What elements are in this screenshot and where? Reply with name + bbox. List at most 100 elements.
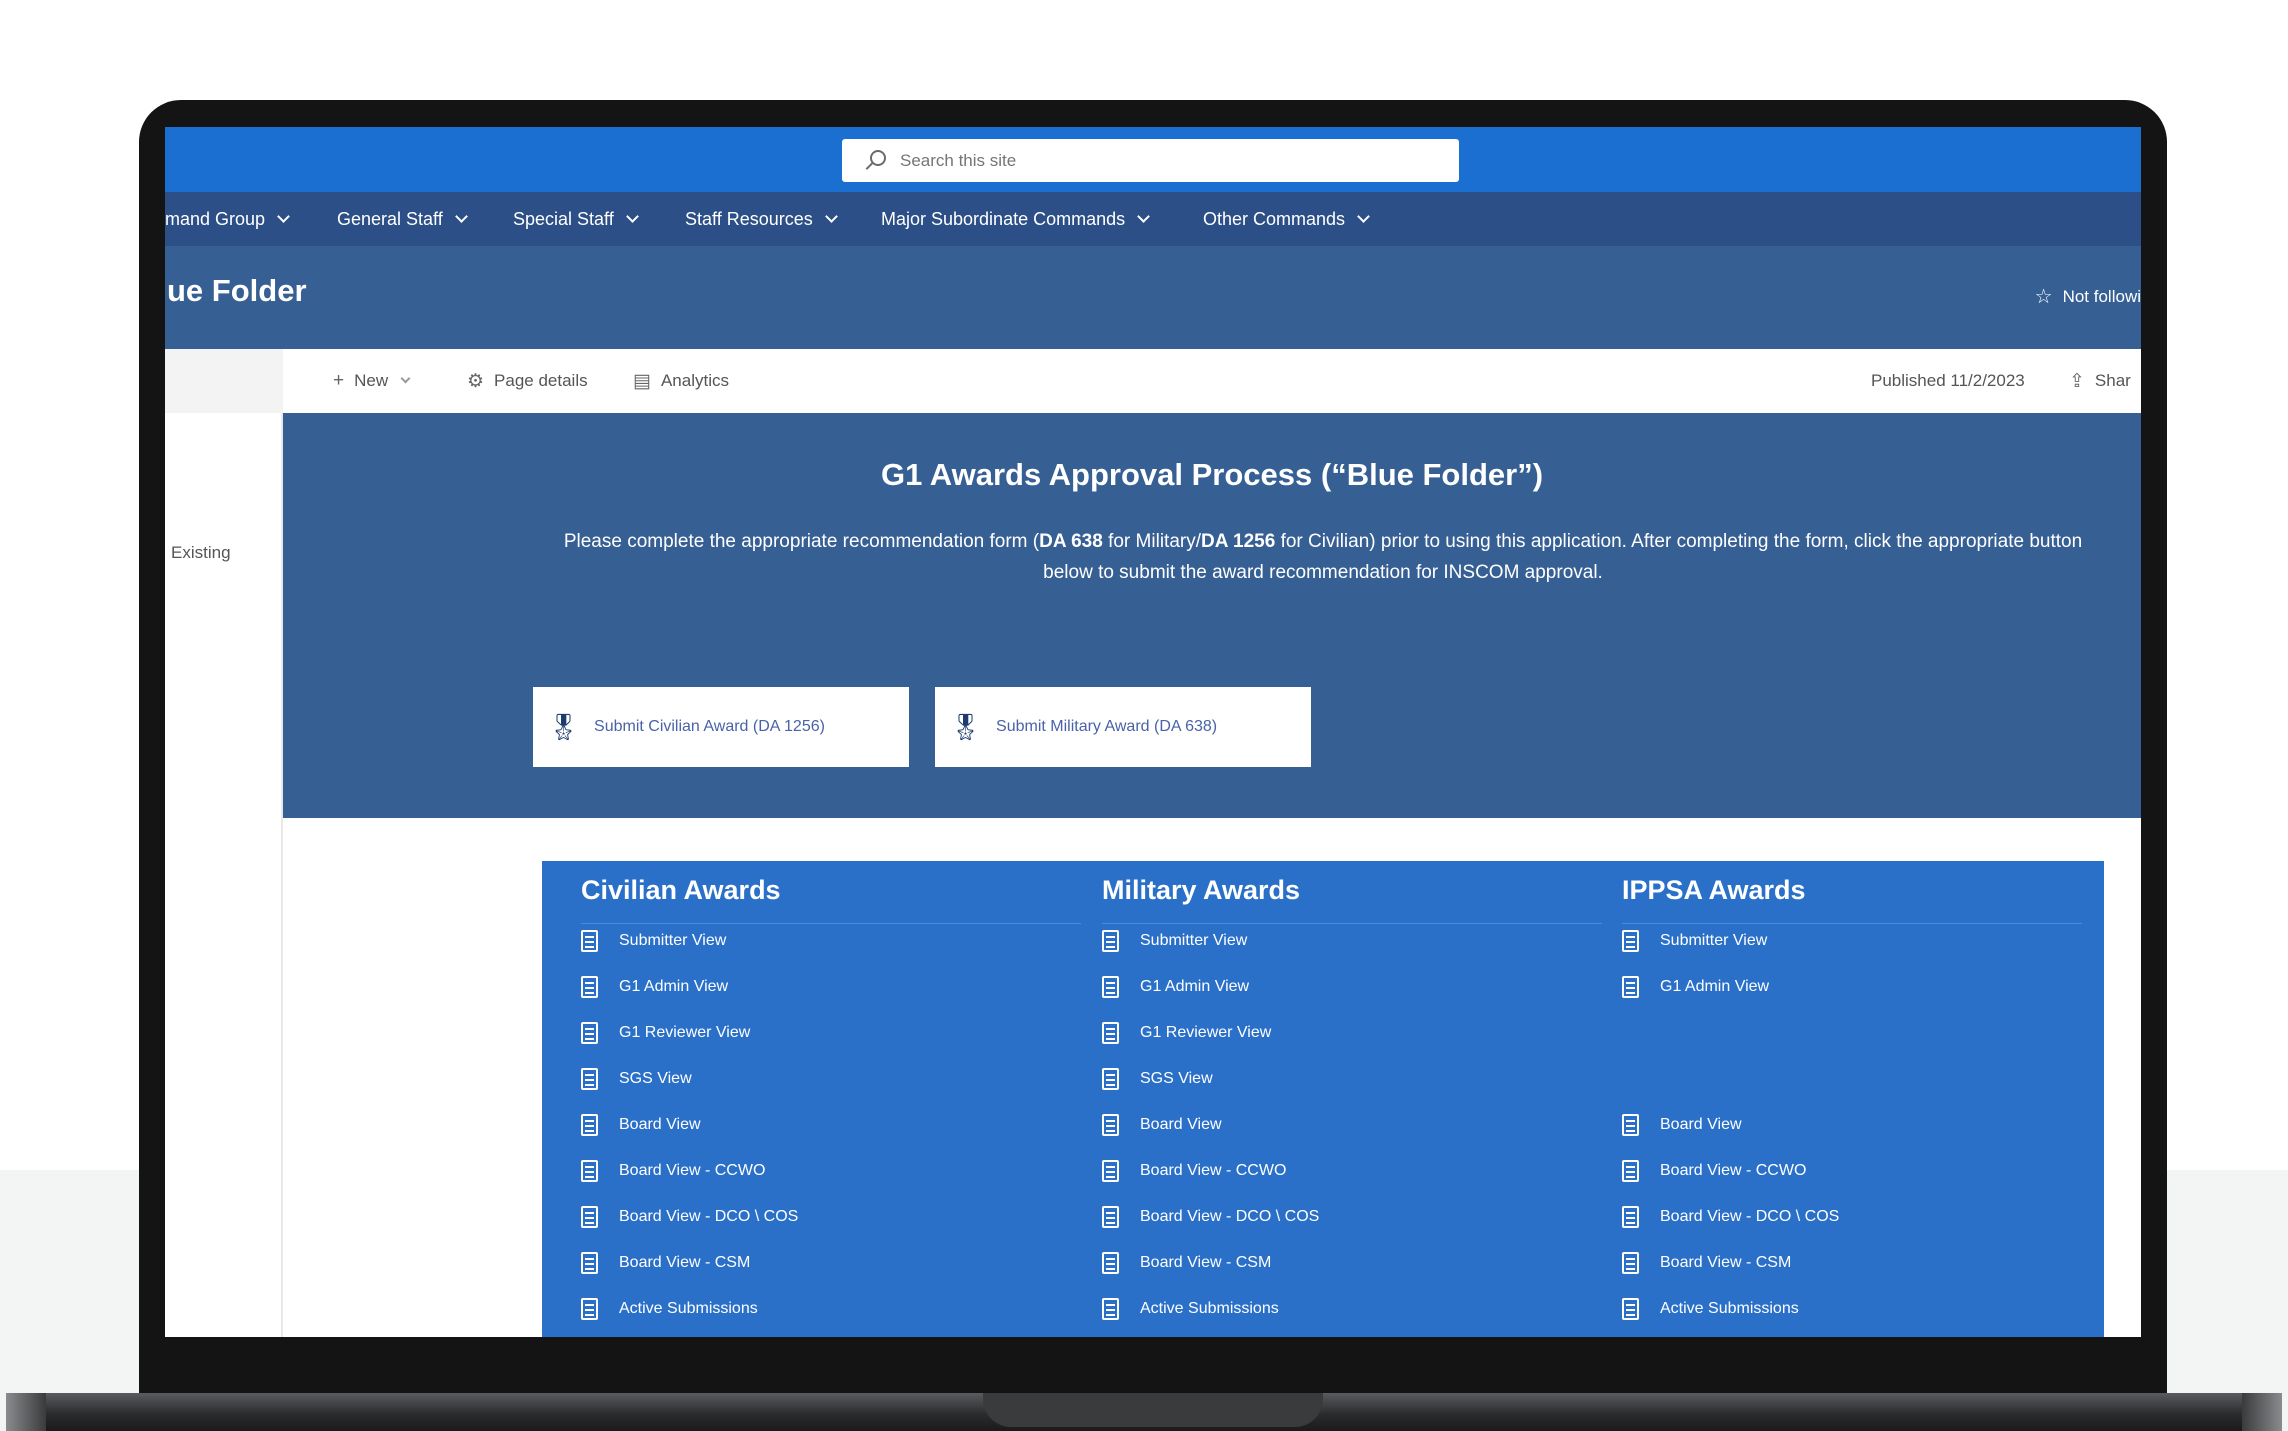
page-details-label: Page details (494, 371, 588, 390)
hero-section: G1 Awards Approval Process (“Blue Folder… (283, 413, 2141, 818)
divider (1622, 923, 2082, 924)
left-navigation-header (165, 349, 283, 413)
list-item[interactable]: Active Submissions (1102, 1294, 1279, 1324)
document-icon (1102, 1252, 1119, 1274)
list-item[interactable]: Submitter View (1102, 926, 1247, 956)
search-box[interactable] (842, 139, 1459, 182)
document-icon (581, 1160, 598, 1182)
nav-item-command-group[interactable]: mand Group (165, 192, 290, 246)
list-item[interactable]: Board View - CCWO (1622, 1156, 1806, 1186)
site-title: ue Folder (167, 273, 307, 308)
nav-item-special-staff[interactable]: Special Staff (513, 192, 639, 246)
list-item[interactable]: Board View - DCO \ COS (581, 1202, 798, 1232)
hub-nav-bar: mand Group General Staff Special Staff S… (165, 192, 2141, 246)
list-item[interactable]: Board View - CSM (1622, 1248, 1791, 1278)
hero-description: Please complete the appropriate recommen… (553, 526, 2093, 588)
document-icon (1622, 1160, 1639, 1182)
list-item[interactable]: Submitter View (581, 926, 726, 956)
laptop-notch (983, 1393, 1323, 1427)
analytics-button[interactable]: ▤ Analytics (633, 349, 729, 413)
list-item-label: Submitter View (1140, 932, 1248, 949)
list-item[interactable]: SGS View (581, 1064, 692, 1094)
document-icon (581, 1298, 598, 1320)
list-item-label: SGS View (619, 1070, 692, 1087)
list-item[interactable]: Board View (581, 1110, 701, 1140)
submit-civilian-award-label: Submit Civilian Award (DA 1256) (594, 718, 825, 735)
chevron-down-icon (824, 210, 838, 223)
nav-item-major-subordinate-commands[interactable]: Major Subordinate Commands (881, 192, 1150, 246)
list-item[interactable]: Board View - CSM (1102, 1248, 1271, 1278)
list-item[interactable]: G1 Admin View (1622, 972, 1769, 1002)
page-details-button[interactable]: ⚙ Page details (467, 349, 588, 413)
list-item-label: Active Submissions (1140, 1300, 1279, 1317)
list-item-label: Active Submissions (1660, 1300, 1799, 1317)
nav-item-label: Special Staff (513, 208, 614, 229)
list-item-label: Board View (1140, 1116, 1222, 1133)
analytics-label: Analytics (660, 371, 729, 390)
list-item[interactable]: G1 Admin View (581, 972, 728, 1002)
suite-bar (165, 127, 2141, 192)
chevron-down-icon (277, 210, 290, 223)
new-button[interactable]: + New (333, 349, 411, 413)
list-item-label: SGS View (1140, 1070, 1213, 1087)
submit-civilian-award-button[interactable]: 🎖 Submit Civilian Award (DA 1256) (533, 687, 909, 767)
document-icon (581, 976, 598, 998)
list-item[interactable]: Board View - CSM (581, 1248, 750, 1278)
list-item[interactable]: Active Submissions (581, 1294, 758, 1324)
list-item-label: Board View - CCWO (1140, 1162, 1287, 1179)
medal-icon: 🎖 (547, 711, 581, 742)
nav-item-other-commands[interactable]: Other Commands (1203, 192, 1370, 246)
list-item[interactable]: G1 Reviewer View (581, 1018, 750, 1048)
chevron-down-icon (625, 210, 639, 223)
nav-item-general-staff[interactable]: General Staff (337, 192, 468, 246)
left-nav-item-existing[interactable]: Existing (171, 543, 231, 563)
search-icon (864, 149, 886, 172)
list-item-label: Active Submissions (619, 1300, 758, 1317)
list-item[interactable]: Submitter View (1622, 926, 1767, 956)
list-item[interactable]: Board View (1102, 1110, 1222, 1140)
list-item[interactable]: Board View - DCO \ COS (1622, 1202, 1839, 1232)
document-icon (1102, 930, 1119, 952)
nav-item-label: mand Group (165, 208, 266, 229)
list-item-label: Board View - CCWO (1660, 1162, 1807, 1179)
follow-button[interactable]: ☆ Not followi (2035, 284, 2141, 309)
list-item[interactable]: Board View - CCWO (581, 1156, 765, 1186)
list-item[interactable]: G1 Reviewer View (1102, 1018, 1271, 1048)
submit-military-award-button[interactable]: 🎖 Submit Military Award (DA 638) (935, 687, 1311, 767)
document-icon (1102, 1068, 1119, 1090)
list-item[interactable]: Board View (1622, 1110, 1742, 1140)
share-label: Shar (2094, 371, 2131, 390)
hero-desc-form-civilian: DA 1256 (1201, 531, 1276, 552)
hero-desc-text: for Military/ (1102, 531, 1201, 552)
list-item[interactable]: SGS View (1102, 1064, 1213, 1094)
list-item[interactable]: Board View - DCO \ COS (1102, 1202, 1319, 1232)
ippsa-awards-column: IPPSA Awards Submitter View G1 Admin Vie… (1622, 861, 2082, 1337)
chevron-down-icon (1137, 210, 1150, 223)
published-date: Published 11/2/2023 (1871, 349, 2025, 413)
document-icon (581, 1114, 598, 1136)
search-input[interactable] (900, 150, 1400, 171)
list-item-label: G1 Admin View (1140, 978, 1250, 995)
nav-item-staff-resources[interactable]: Staff Resources (685, 192, 838, 246)
star-icon: ☆ (2034, 286, 2053, 308)
submit-military-award-label: Submit Military Award (DA 638) (996, 718, 1218, 735)
document-icon (581, 1252, 598, 1274)
list-item-label: Board View - CCWO (619, 1162, 766, 1179)
nav-item-label: Major Subordinate Commands (881, 208, 1126, 229)
column-title: Military Awards (1102, 875, 1301, 905)
list-item[interactable]: Board View - CCWO (1102, 1156, 1286, 1186)
list-item-label: Board View - CSM (1140, 1254, 1272, 1271)
list-item[interactable]: Active Submissions (1622, 1294, 1799, 1324)
column-title: IPPSA Awards (1622, 875, 1806, 905)
document-icon (1102, 1298, 1119, 1320)
list-item-label: G1 Reviewer View (619, 1024, 751, 1041)
list-item-label: Submitter View (1660, 932, 1768, 949)
list-item[interactable]: G1 Admin View (1102, 972, 1249, 1002)
new-label: New (354, 371, 389, 390)
share-button[interactable]: ⇪ Shar (2069, 349, 2131, 413)
share-icon: ⇪ (2069, 370, 2085, 392)
document-icon (1622, 930, 1639, 952)
document-icon (581, 1022, 598, 1044)
chevron-down-icon (454, 210, 468, 223)
document-icon (1622, 976, 1639, 998)
